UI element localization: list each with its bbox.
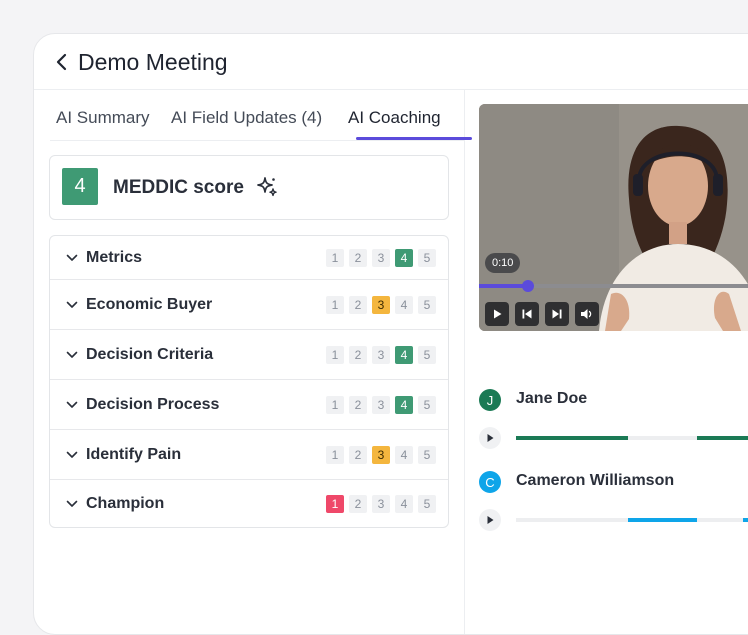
score-scale: 1 2 3 4 5 bbox=[326, 248, 436, 267]
chevron-down-icon[interactable] bbox=[66, 500, 78, 508]
meeting-card: Demo Meeting AI Summary AI Field Updates… bbox=[33, 33, 748, 635]
score-option[interactable]: 5 bbox=[418, 345, 436, 364]
score-scale: 1 2 3 4 5 bbox=[326, 395, 436, 414]
criteria-row-metrics[interactable]: Metrics 1 2 3 4 5 bbox=[50, 236, 448, 280]
score-option-selected[interactable]: 1 bbox=[326, 494, 344, 513]
chevron-down-icon[interactable] bbox=[66, 301, 78, 309]
score-option[interactable]: 2 bbox=[349, 445, 367, 464]
chevron-down-icon[interactable] bbox=[66, 254, 78, 262]
criteria-row-identify-pain[interactable]: Identify Pain 1 2 3 4 5 bbox=[50, 430, 448, 480]
score-option[interactable]: 2 bbox=[349, 345, 367, 364]
chevron-down-icon[interactable] bbox=[66, 401, 78, 409]
avatar: J bbox=[479, 389, 501, 411]
skip-back-button[interactable] bbox=[515, 302, 539, 326]
score-scale: 1 2 3 4 5 bbox=[326, 494, 436, 513]
criteria-row-champion[interactable]: Champion 1 2 3 4 5 bbox=[50, 480, 448, 527]
criteria-label: Champion bbox=[86, 494, 165, 512]
score-scale: 1 2 3 4 5 bbox=[326, 345, 436, 364]
chevron-down-icon[interactable] bbox=[66, 451, 78, 459]
video-progress-fill bbox=[479, 284, 529, 288]
score-option[interactable]: 1 bbox=[326, 248, 344, 267]
criteria-row-decision-criteria[interactable]: Decision Criteria 1 2 3 4 5 bbox=[50, 330, 448, 380]
score-option[interactable]: 1 bbox=[326, 295, 344, 314]
score-scale: 1 2 3 4 5 bbox=[326, 445, 436, 464]
tab-ai-summary[interactable]: AI Summary bbox=[56, 108, 150, 128]
score-option[interactable]: 3 bbox=[372, 494, 390, 513]
score-option[interactable]: 5 bbox=[418, 445, 436, 464]
score-option[interactable]: 2 bbox=[349, 494, 367, 513]
criteria-label: Identify Pain bbox=[86, 445, 182, 463]
play-icon bbox=[487, 434, 494, 442]
video-player[interactable]: 0:10 bbox=[479, 104, 748, 331]
speaker-talk-timeline[interactable] bbox=[516, 436, 748, 440]
score-option[interactable]: 4 bbox=[395, 445, 413, 464]
chevron-down-icon[interactable] bbox=[66, 351, 78, 359]
speaker-talk-timeline[interactable] bbox=[516, 518, 748, 522]
video-frame bbox=[479, 104, 748, 331]
chevron-left-icon bbox=[56, 53, 67, 71]
score-option-selected[interactable]: 4 bbox=[395, 248, 413, 267]
meddic-score-card: 4 MEDDIC score bbox=[49, 155, 449, 220]
talk-segment bbox=[628, 518, 697, 522]
score-option[interactable]: 4 bbox=[395, 494, 413, 513]
active-tab-indicator bbox=[356, 137, 472, 140]
criteria-label: Economic Buyer bbox=[86, 295, 213, 313]
criteria-row-decision-process[interactable]: Decision Process 1 2 3 4 5 bbox=[50, 380, 448, 430]
score-option[interactable]: 2 bbox=[349, 295, 367, 314]
speaker-name: Cameron Williamson bbox=[516, 472, 675, 489]
score-option-selected[interactable]: 3 bbox=[372, 295, 390, 314]
video-timestamp: 0:10 bbox=[485, 253, 521, 273]
score-option[interactable]: 1 bbox=[326, 345, 344, 364]
score-option[interactable]: 3 bbox=[372, 345, 390, 364]
score-option[interactable]: 2 bbox=[349, 395, 367, 414]
play-button[interactable] bbox=[485, 302, 509, 326]
talk-segment bbox=[743, 518, 748, 522]
score-option-selected[interactable]: 3 bbox=[372, 445, 390, 464]
score-option[interactable]: 1 bbox=[326, 445, 344, 464]
volume-button[interactable] bbox=[575, 302, 599, 326]
speaker-play-button[interactable] bbox=[479, 509, 501, 531]
score-option[interactable]: 1 bbox=[326, 395, 344, 414]
tab-ai-coaching[interactable]: AI Coaching bbox=[348, 108, 441, 128]
avatar: C bbox=[479, 471, 501, 493]
talk-segment bbox=[516, 436, 628, 440]
skip-forward-icon bbox=[552, 309, 562, 319]
play-icon bbox=[487, 516, 494, 524]
criteria-label: Decision Criteria bbox=[86, 345, 214, 363]
back-button[interactable] bbox=[52, 48, 72, 76]
score-option[interactable]: 3 bbox=[372, 248, 390, 267]
score-title: MEDDIC score bbox=[113, 177, 244, 198]
right-pane: 0:10 J Jane Doe C Cameron Williamson bbox=[465, 90, 748, 634]
score-option-selected[interactable]: 4 bbox=[395, 395, 413, 414]
speaker-name: Jane Doe bbox=[516, 390, 588, 407]
criteria-label: Metrics bbox=[86, 248, 143, 266]
score-option[interactable]: 5 bbox=[418, 295, 436, 314]
play-icon bbox=[494, 309, 502, 319]
score-option[interactable]: 4 bbox=[395, 295, 413, 314]
criteria-row-economic-buyer[interactable]: Economic Buyer 1 2 3 4 5 bbox=[50, 280, 448, 330]
skip-back-icon bbox=[522, 309, 532, 319]
score-option[interactable]: 2 bbox=[349, 248, 367, 267]
score-option[interactable]: 5 bbox=[418, 494, 436, 513]
left-pane: AI Summary AI Field Updates (4) AI Coach… bbox=[34, 90, 472, 634]
score-scale: 1 2 3 4 5 bbox=[326, 295, 436, 314]
talk-segment bbox=[697, 436, 748, 440]
volume-icon bbox=[581, 309, 592, 319]
score-badge: 4 bbox=[62, 168, 98, 205]
sparkle-icon bbox=[257, 177, 277, 197]
tab-bar: AI Summary AI Field Updates (4) AI Coach… bbox=[50, 90, 472, 141]
score-option[interactable]: 5 bbox=[418, 395, 436, 414]
score-option-selected[interactable]: 4 bbox=[395, 345, 413, 364]
criteria-label: Decision Process bbox=[86, 395, 220, 413]
score-option[interactable]: 5 bbox=[418, 248, 436, 267]
tab-ai-field-updates[interactable]: AI Field Updates (4) bbox=[171, 108, 322, 128]
speaker-play-button[interactable] bbox=[479, 427, 501, 449]
page-header: Demo Meeting bbox=[34, 34, 748, 90]
score-option[interactable]: 3 bbox=[372, 395, 390, 414]
skip-forward-button[interactable] bbox=[545, 302, 569, 326]
meddic-criteria-list: Metrics 1 2 3 4 5 Economic Buyer 1 2 3 4… bbox=[49, 235, 449, 528]
page-title: Demo Meeting bbox=[78, 49, 228, 75]
